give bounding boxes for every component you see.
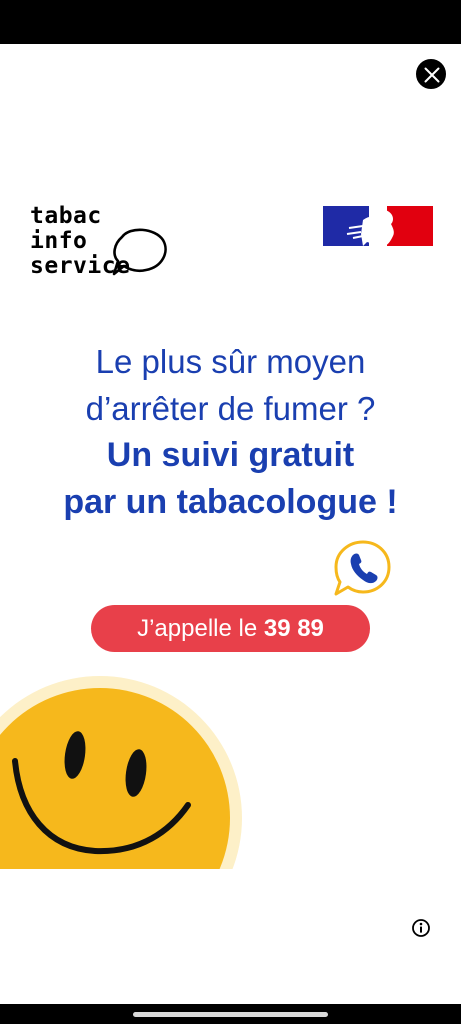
call-39-89-button[interactable]: J’appelle le 39 89 (91, 605, 370, 652)
home-indicator (0, 1004, 461, 1024)
cta-label: J’appelle le (137, 615, 264, 642)
headline-line-3: Un suivi gratuit (106, 436, 355, 474)
ad-screen: tabac info service Le plus sûr moyen d’a… (0, 0, 461, 1024)
info-icon[interactable] (411, 918, 431, 938)
status-bar (0, 0, 461, 44)
home-bar[interactable] (133, 1012, 328, 1017)
tabac-info-service-logo: tabac info service (30, 204, 180, 294)
smiley-icon (0, 676, 242, 869)
headline-line-4: par un tabacologue ! (63, 483, 398, 521)
phone-bubble-icon (334, 540, 391, 596)
ad-headline: Le plus sûr moyen d’arrêter de fumer ? U… (0, 338, 461, 526)
headline-line-2: d’arrêter de fumer ? (85, 390, 376, 427)
marianne-flag-icon (323, 206, 433, 246)
close-icon (424, 67, 440, 83)
ad-banner[interactable]: tabac info service Le plus sûr moyen d’a… (0, 178, 461, 869)
close-button[interactable] (416, 59, 446, 89)
headline-line-1: Le plus sûr moyen (95, 343, 366, 380)
cta-phone-number: 39 89 (263, 615, 324, 642)
speech-bubble-icon (112, 228, 167, 276)
